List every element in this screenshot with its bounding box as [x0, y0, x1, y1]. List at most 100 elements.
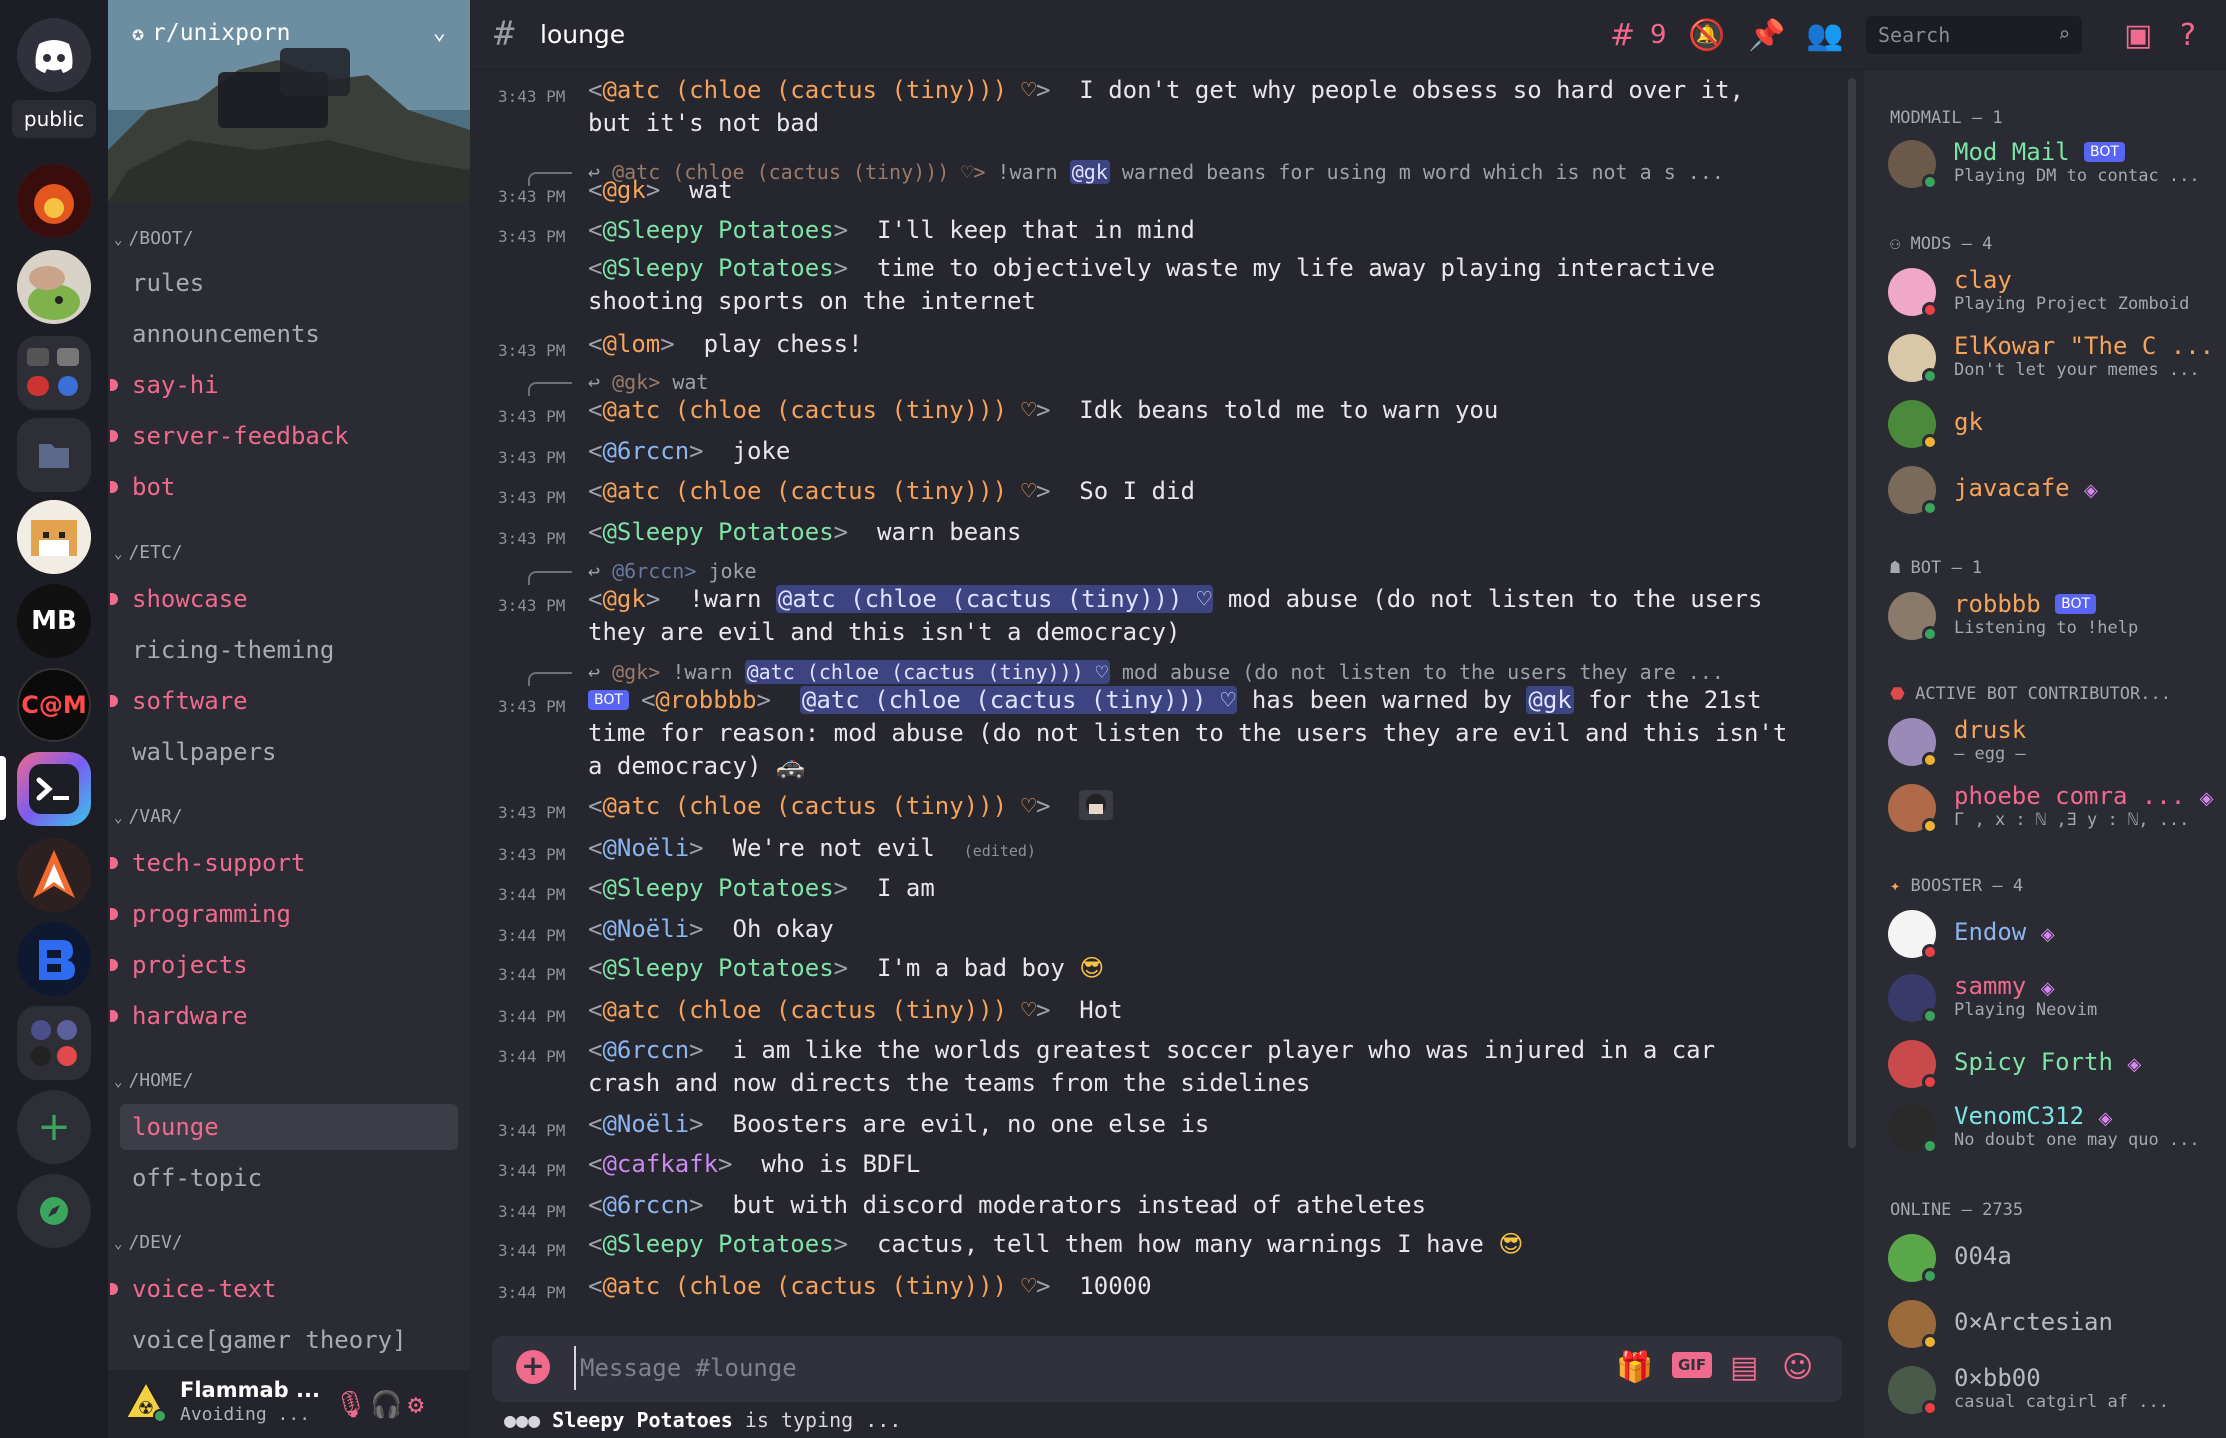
message[interactable]: 3:43 PM <@gk> !warn @atc (chloe (cactus …: [470, 583, 1850, 651]
message[interactable]: 3:43 PM <@Sleepy Potatoes> warn beans: [470, 516, 1850, 550]
member-item[interactable]: 0×bb00 casual catgirl af ...: [1888, 1362, 2218, 1418]
member-item[interactable]: gk: [1888, 396, 2218, 452]
author[interactable]: @atc (chloe (cactus (tiny))) ♡: [602, 477, 1035, 505]
explore-servers-button[interactable]: [17, 1174, 91, 1248]
member-item[interactable]: Spicy Forth ◈: [1888, 1036, 2218, 1092]
server-icon-frog[interactable]: [17, 250, 91, 324]
author[interactable]: @gk: [602, 585, 645, 613]
server-icon-blue[interactable]: [17, 922, 91, 996]
server-folder-1[interactable]: [17, 336, 91, 410]
author[interactable]: @6rccn: [602, 1191, 689, 1219]
help-icon[interactable]: ?: [2180, 18, 2196, 53]
member-item[interactable]: Mod Mail BOT Playing DM to contac ...: [1888, 136, 2218, 192]
author[interactable]: @Sleepy Potatoes: [602, 216, 833, 244]
message[interactable]: 3:44 PM <@Noëli> Boosters are evil, no o…: [470, 1108, 1850, 1142]
channel-showcase[interactable]: showcase: [110, 576, 458, 622]
server-folder-3[interactable]: [17, 1006, 91, 1080]
message[interactable]: 3:44 PM <@cafkafk> who is BDFL: [470, 1148, 1850, 1182]
author[interactable]: @atc (chloe (cactus (tiny))) ♡: [602, 792, 1035, 820]
channel-announcements[interactable]: announcements: [120, 311, 458, 357]
author[interactable]: @atc (chloe (cactus (tiny))) ♡: [602, 396, 1035, 424]
chevron-down-icon[interactable]: ⌄: [433, 20, 446, 45]
pin-icon[interactable]: 📌: [1748, 18, 1785, 53]
message[interactable]: 3:43 PM BOT <@robbbb> @atc (chloe (cactus…: [470, 684, 1850, 786]
settings-icon[interactable]: ⚙: [408, 1390, 424, 1420]
server-folder-2[interactable]: [17, 418, 91, 492]
author[interactable]: @6rccn: [602, 1036, 689, 1064]
channel-hardware[interactable]: hardware: [110, 993, 458, 1039]
server-name[interactable]: ✪ r/unixporn: [132, 20, 291, 46]
message[interactable]: 3:43 PM <@atc (chloe (cactus (tiny))) ♡>: [470, 790, 1850, 826]
message[interactable]: 3:43 PM <@atc (chloe (cactus (tiny))) ♡>…: [470, 74, 1850, 144]
message[interactable]: 3:43 PM <@Noëli> We're not evil (edited): [470, 832, 1850, 866]
author[interactable]: @Sleepy Potatoes: [602, 874, 833, 902]
channel-software[interactable]: software: [110, 678, 458, 724]
message[interactable]: 3:44 PM <@6rccn> but with discord modera…: [470, 1189, 1850, 1223]
channel-bot[interactable]: bot: [110, 464, 458, 510]
scrollbar[interactable]: [1848, 78, 1856, 1148]
message[interactable]: 3:44 PM <@6rccn> i am like the worlds gr…: [470, 1034, 1850, 1102]
server-icon-fire[interactable]: [17, 164, 91, 238]
server-icon-arch[interactable]: [17, 838, 91, 912]
channel-voice-text[interactable]: voice-text: [110, 1266, 458, 1312]
add-server-button[interactable]: +: [17, 1090, 91, 1164]
channel-say-hi[interactable]: say-hi: [110, 362, 458, 408]
channel-server-feedback[interactable]: server-feedback: [110, 413, 458, 459]
channel-off-topic[interactable]: off-topic: [120, 1155, 458, 1201]
discord-home-button[interactable]: [17, 18, 91, 92]
channel-projects[interactable]: projects: [110, 942, 458, 988]
channel-programming[interactable]: programming: [110, 891, 458, 937]
mention[interactable]: @atc (chloe (cactus (tiny))) ♡: [799, 686, 1238, 714]
member-item[interactable]: javacafe ◈: [1888, 462, 2218, 518]
message-input[interactable]: [574, 1346, 1574, 1390]
mic-icon[interactable]: 🎙: [334, 1390, 367, 1420]
author[interactable]: @Noëli: [602, 915, 689, 943]
reply-preview[interactable]: ↩ @6rccn> joke: [470, 555, 1850, 585]
add-attachment-button[interactable]: +: [516, 1350, 550, 1384]
author[interactable]: @Noëli: [602, 1110, 689, 1138]
member-item[interactable]: Endow ◈: [1888, 906, 2218, 962]
author[interactable]: @Noëli: [602, 834, 689, 862]
member-item[interactable]: drusk – egg –: [1888, 714, 2218, 770]
member-item[interactable]: sammy ◈ Playing Neovim: [1888, 970, 2218, 1026]
member-item[interactable]: 004a: [1888, 1230, 2218, 1286]
category-etc[interactable]: ⌄/ETC/: [114, 542, 183, 563]
message[interactable]: 3:43 PM <@Sleepy Potatoes> I'll keep tha…: [470, 214, 1850, 248]
message[interactable]: 3:43 PM <@6rccn> joke: [470, 435, 1850, 469]
member-item[interactable]: clay Playing Project Zomboid: [1888, 264, 2218, 320]
author[interactable]: @atc (chloe (cactus (tiny))) ♡: [602, 1272, 1035, 1300]
category-var[interactable]: ⌄/VAR/: [114, 806, 183, 827]
emoji-icon[interactable]: ☺: [1782, 1350, 1813, 1385]
author[interactable]: @Sleepy Potatoes: [602, 1230, 833, 1258]
author[interactable]: @gk: [602, 176, 645, 204]
message[interactable]: 3:43 PM <@atc (chloe (cactus (tiny))) ♡>…: [470, 475, 1850, 509]
headphones-icon[interactable]: 🎧: [370, 1390, 402, 1420]
author[interactable]: @Sleepy Potatoes: [602, 518, 833, 546]
author[interactable]: @atc (chloe (cactus (tiny))) ♡: [602, 76, 1035, 104]
category-dev[interactable]: ⌄/DEV/: [114, 1232, 183, 1253]
channel-tech-support[interactable]: tech-support: [110, 840, 458, 886]
mention[interactable]: @atc (chloe (cactus (tiny))) ♡: [775, 585, 1214, 613]
reply-preview[interactable]: ↩ @gk> !warn @atc (chloe (cactus (tiny))…: [470, 656, 1850, 686]
author[interactable]: @lom: [602, 330, 660, 358]
avatar[interactable]: ☢: [124, 1378, 168, 1422]
author[interactable]: @robbbb: [655, 686, 756, 714]
message[interactable]: 3:44 PM <@Sleepy Potatoes> I'm a bad boy…: [470, 952, 1850, 988]
message[interactable]: 3:43 PM <@gk> wat: [470, 174, 1850, 208]
message[interactable]: 3:44 PM <@atc (chloe (cactus (tiny))) ♡>…: [470, 1270, 1850, 1304]
server-icon-shiba[interactable]: [17, 500, 91, 574]
members-icon[interactable]: 👥: [1806, 18, 1843, 53]
category-home[interactable]: ⌄/HOME/: [114, 1070, 193, 1091]
message[interactable]: 3:43 PM <@lom> play chess!: [470, 328, 1850, 362]
search-input[interactable]: Search ⌕: [1866, 16, 2082, 54]
author[interactable]: @Sleepy Potatoes: [602, 254, 833, 282]
author[interactable]: @cafkafk: [602, 1150, 718, 1178]
channel-ricing-theming[interactable]: ricing-theming: [120, 627, 458, 673]
gif-button[interactable]: GIF: [1672, 1352, 1713, 1378]
message[interactable]: <@Sleepy Potatoes> time to objectively w…: [470, 252, 1850, 320]
gift-icon[interactable]: 🎁: [1616, 1350, 1653, 1385]
author[interactable]: @atc (chloe (cactus (tiny))) ♡: [602, 996, 1035, 1024]
member-item[interactable]: ElKowar "The C ... Don't let your memes …: [1888, 330, 2218, 386]
member-item[interactable]: robbbb BOT Listening to !help: [1888, 588, 2218, 644]
member-item[interactable]: 0×Arctesian: [1888, 1296, 2218, 1352]
